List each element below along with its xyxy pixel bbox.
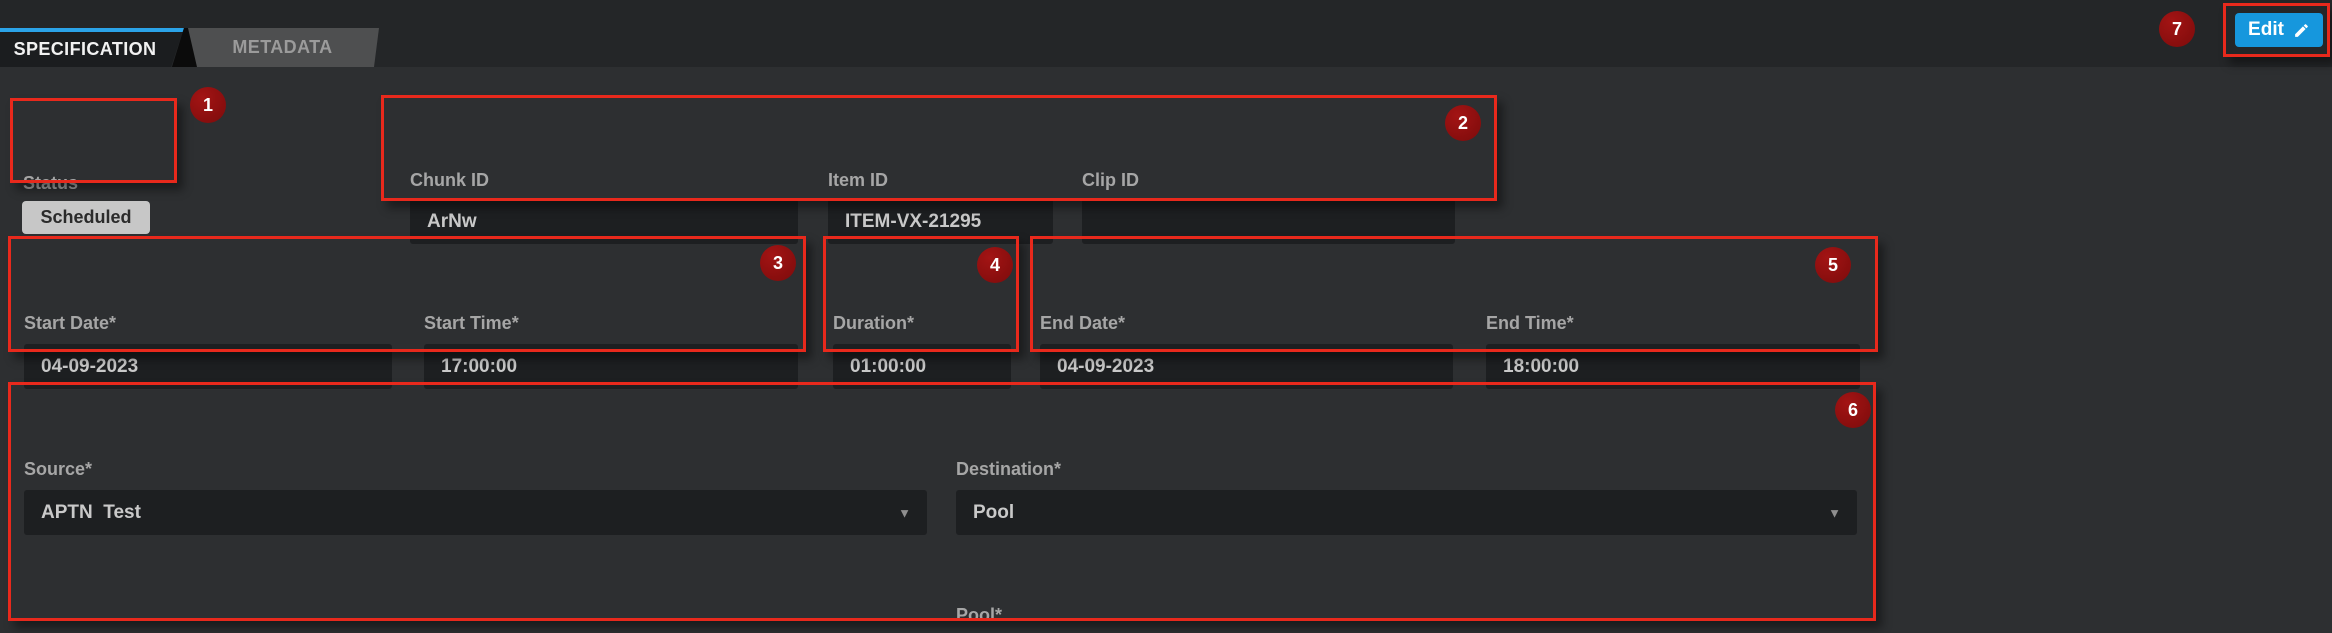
clip-id-field[interactable] <box>1082 199 1455 244</box>
end-date-label: End Date* <box>1040 313 1125 334</box>
annotation-circle-2: 2 <box>1445 105 1481 141</box>
start-time-label: Start Time* <box>424 313 519 334</box>
annotation-circle-7: 7 <box>2159 11 2195 47</box>
end-date-field[interactable]: 04-09-2023 <box>1040 344 1453 389</box>
chunk-id-label: Chunk ID <box>410 170 489 191</box>
annotation-circle-4: 4 <box>977 247 1013 283</box>
annotation-circle-5: 5 <box>1815 247 1851 283</box>
status-label: Status <box>23 173 78 194</box>
edit-button[interactable]: Edit <box>2235 13 2323 47</box>
start-date-label: Start Date* <box>24 313 116 334</box>
destination-select[interactable]: Pool ▼ <box>956 490 1857 535</box>
chevron-down-icon: ▼ <box>898 505 911 520</box>
end-time-label: End Time* <box>1486 313 1574 334</box>
status-badge: Scheduled <box>22 201 150 234</box>
annotation-circle-6: 6 <box>1835 392 1871 428</box>
specification-form: Status Scheduled Chunk ID ArNw Item ID I… <box>0 67 2332 633</box>
chunk-id-field[interactable]: ArNw <box>410 199 798 244</box>
duration-label: Duration* <box>833 313 914 334</box>
source-label: Source* <box>24 459 92 480</box>
pool-label: Pool* <box>956 605 1002 626</box>
source-value: APTN Test <box>41 502 141 524</box>
tab-specification[interactable]: SPECIFICATION <box>0 28 184 67</box>
duration-field[interactable]: 01:00:00 <box>833 344 1011 389</box>
specification-page: SPECIFICATION METADATA Edit Status Sched… <box>0 0 2332 633</box>
item-id-label: Item ID <box>828 170 888 191</box>
pencil-icon <box>2293 22 2310 39</box>
start-time-field[interactable]: 17:00:00 <box>424 344 798 389</box>
start-date-field[interactable]: 04-09-2023 <box>24 344 392 389</box>
tab-bar: SPECIFICATION METADATA Edit <box>0 0 2332 67</box>
destination-label: Destination* <box>956 459 1061 480</box>
tab-metadata[interactable]: METADATA <box>186 28 379 67</box>
annotation-circle-1: 1 <box>190 87 226 123</box>
item-id-field[interactable]: ITEM-VX-21295 <box>828 199 1053 244</box>
clip-id-label: Clip ID <box>1082 170 1139 191</box>
destination-value: Pool <box>973 502 1014 524</box>
chevron-down-icon: ▼ <box>1828 505 1841 520</box>
end-time-field[interactable]: 18:00:00 <box>1486 344 1860 389</box>
source-select[interactable]: APTN Test ▼ <box>24 490 927 535</box>
annotation-circle-3: 3 <box>760 245 796 281</box>
edit-button-label: Edit <box>2248 19 2284 41</box>
